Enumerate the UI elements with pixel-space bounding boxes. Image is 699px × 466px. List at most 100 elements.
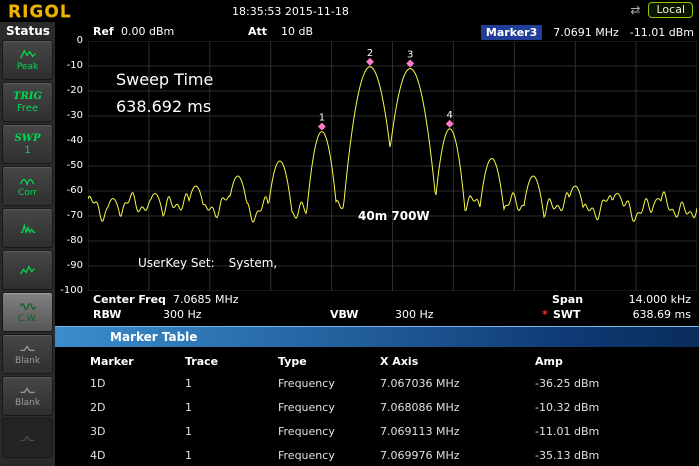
span-label: Span — [552, 293, 583, 306]
swt-value: 638.69 ms — [633, 308, 691, 321]
marker-table-cell: Frequency — [278, 420, 380, 444]
y-axis-tick: -20 — [55, 85, 83, 96]
sidebar-item-label: Peak — [17, 62, 38, 72]
sidebar-item-meas-b — [2, 250, 53, 290]
blank-waveform-icon — [17, 432, 39, 445]
span-value: 14.000 kHz — [629, 293, 691, 306]
marker-table: MarkerTraceTypeX AxisAmp1D1Frequency7.06… — [55, 352, 699, 466]
y-axis-tick: -10 — [55, 60, 83, 71]
marker-table-cell: 7.068086 MHz — [380, 396, 535, 420]
sidebar-item-label: SWP — [15, 133, 41, 144]
sidebar-item-label: Blank — [15, 398, 40, 408]
readout-row: Ref 0.00 dBm Att 10 dB Marker3 7.0691 MH… — [55, 25, 699, 41]
svg-text:4: 4 — [447, 110, 453, 121]
marker-table-cell: Frequency — [278, 396, 380, 420]
marker-name-badge: Marker3 — [481, 25, 542, 40]
marker-table-cell: 7.069113 MHz — [380, 420, 535, 444]
marker-table-cell: 1 — [185, 420, 278, 444]
y-axis-tick: -40 — [55, 135, 83, 146]
sidebar-item-corr: Corr — [2, 166, 53, 206]
ref-label: Ref — [93, 25, 114, 38]
blank-waveform-icon — [17, 384, 39, 397]
marker-table-col-4: Amp — [535, 352, 699, 372]
y-axis: 0-10-20-30-40-50-60-70-80-90-100 — [55, 41, 85, 291]
y-axis-tick: 0 — [55, 35, 83, 46]
y-axis-tick: -50 — [55, 160, 83, 171]
marker-table-col-1: Trace — [185, 352, 278, 372]
spectrum-analyzer-screen: RIGOL 18:35:53 2015-11-18 ⇄ Local Status… — [0, 0, 699, 466]
sidebar-item-label: Blank — [15, 356, 40, 366]
center-freq-label: Center Freq — [93, 293, 166, 306]
main-display: Ref 0.00 dBm Att 10 dB Marker3 7.0691 MH… — [55, 22, 699, 466]
marker-frequency: 7.0691 MHz — [553, 26, 619, 39]
y-axis-tick: -30 — [55, 110, 83, 121]
footer-row-2: RBW 300 Hz VBW 300 Hz * SWT 638.69 ms — [55, 308, 699, 322]
svg-text:2: 2 — [367, 48, 373, 59]
sidebar-item-cw: C.W. — [2, 292, 53, 332]
center-freq-value: 7.0685 MHz — [173, 293, 239, 306]
marker-table-cell: 1 — [185, 396, 278, 420]
vbw-label: VBW — [330, 308, 358, 321]
local-button[interactable]: Local — [648, 2, 693, 18]
sweep-time-label: Sweep Time — [116, 70, 213, 89]
sidebar-title: Status — [0, 22, 55, 38]
marker-table-cell: 7.067036 MHz — [380, 372, 535, 396]
marker-table-header-bar: Marker Table — [55, 326, 699, 347]
clock-timestamp: 18:35:53 2015-11-18 — [232, 5, 349, 18]
marker-table-cell: 1 — [185, 444, 278, 466]
svg-text:3: 3 — [407, 50, 413, 61]
sidebar-item-trig-free: TRIGFree — [2, 82, 53, 122]
peak-waveform-icon — [17, 48, 39, 61]
userkey-value: System, — [229, 256, 278, 270]
y-axis-tick: -90 — [55, 260, 83, 271]
waveform-icon — [17, 222, 39, 235]
footer-row-1: Center Freq 7.0685 MHz Span 14.000 kHz — [55, 293, 699, 307]
cw-waveform-icon — [17, 300, 39, 313]
sidebar-item-blank-1: Blank — [2, 334, 53, 374]
sidebar-item-label: Corr — [18, 188, 37, 198]
marker-table-cell: 1 — [185, 372, 278, 396]
att-value: 10 dB — [281, 25, 313, 38]
top-right-group: ⇄ Local — [630, 2, 693, 18]
marker-table-cell: 1D — [90, 372, 185, 396]
remote-transfer-icon: ⇄ — [630, 2, 640, 18]
userkey-label: UserKey Set: — [138, 256, 215, 270]
marker-table-cell: -10.32 dBm — [535, 396, 699, 420]
annotation-text: 40m 700W — [358, 209, 430, 223]
y-axis-tick: -80 — [55, 235, 83, 246]
att-label: Att — [248, 25, 267, 38]
marker-table-cell: 7.069976 MHz — [380, 444, 535, 466]
swt-asterisk: * — [542, 308, 548, 321]
marker-table-cell: Frequency — [278, 444, 380, 466]
sidebar-item-blank-2: Blank — [2, 376, 53, 416]
sidebar-item-peak: Peak — [2, 40, 53, 80]
sidebar-item-label: TRIG — [13, 91, 42, 102]
top-bar: RIGOL 18:35:53 2015-11-18 ⇄ Local — [0, 0, 699, 22]
marker-table-col-0: Marker — [90, 352, 185, 372]
ref-value: 0.00 dBm — [121, 25, 174, 38]
spectrum-plot: 1234 Sweep Time 638.692 ms 40m 700W User… — [88, 41, 697, 291]
sidebar-item-sublabel: 1 — [24, 145, 30, 156]
rbw-value: 300 Hz — [163, 308, 202, 321]
blank-waveform-icon — [17, 342, 39, 355]
marker-table-cell: Frequency — [278, 372, 380, 396]
y-axis-tick: -60 — [55, 185, 83, 196]
userkey-message: UserKey Set: System, — [138, 256, 277, 270]
marker-table-cell: 2D — [90, 396, 185, 420]
marker-table-cell: -11.01 dBm — [535, 420, 699, 444]
rbw-label: RBW — [93, 308, 121, 321]
marker-table-col-2: Type — [278, 352, 380, 372]
svg-text:1: 1 — [319, 113, 325, 124]
marker-table-cell: 3D — [90, 420, 185, 444]
marker-table-cell: 4D — [90, 444, 185, 466]
rigol-logo: RIGOL — [8, 2, 72, 22]
vbw-value: 300 Hz — [395, 308, 434, 321]
active-marker-readout: Marker3 7.0691 MHz -11.01 dBm — [481, 25, 694, 40]
sidebar-item-meas-a — [2, 208, 53, 248]
sidebar-item-blank-3 — [2, 418, 53, 458]
marker-table-cell: -36.25 dBm — [535, 372, 699, 396]
waveform-icon — [17, 264, 39, 277]
marker-table-col-3: X Axis — [380, 352, 535, 372]
sidebar-item-sublabel: Free — [17, 103, 38, 114]
swt-label: SWT — [553, 308, 581, 321]
